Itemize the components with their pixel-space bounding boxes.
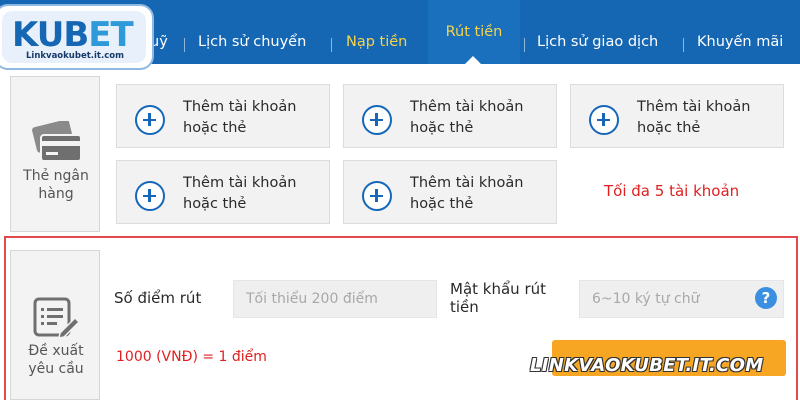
request-label-line1: Đề xuất bbox=[28, 343, 84, 359]
points-input[interactable]: Tối thiểu 200 điểm bbox=[233, 280, 437, 318]
withdraw-password-input[interactable]: 6~10 ký tự chữ bbox=[579, 280, 784, 318]
nav-separator bbox=[524, 38, 525, 52]
add-account-button[interactable]: Thêm tài khoản hoặc thẻ bbox=[116, 84, 330, 148]
add-account-button[interactable]: Thêm tài khoản hoặc thẻ bbox=[570, 84, 784, 148]
points-label: Số điểm rút bbox=[114, 289, 202, 307]
help-icon[interactable]: ? bbox=[755, 287, 777, 309]
password-label-line2: tiền bbox=[450, 298, 479, 316]
plus-circle-icon bbox=[589, 105, 619, 135]
nav-item-transfer-history[interactable]: Lịch sử chuyển bbox=[198, 34, 306, 50]
max-accounts-note: Tối đa 5 tài khoản bbox=[604, 182, 740, 200]
nav-item-promotions[interactable]: Khuyến mãi bbox=[697, 34, 783, 50]
bank-card-icon bbox=[32, 121, 82, 162]
add-account-label: Thêm tài khoản bbox=[183, 175, 297, 191]
kubet-logo[interactable]: KUBET Linkvaokubet.it.com bbox=[0, 4, 154, 70]
logo-subtitle: Linkvaokubet.it.com bbox=[26, 51, 124, 61]
add-account-label: hoặc thẻ bbox=[637, 120, 701, 136]
exchange-rate-note: 1000 (VNĐ) = 1 điểm bbox=[116, 349, 267, 365]
add-account-label: Thêm tài khoản bbox=[410, 175, 524, 191]
request-form-icon bbox=[33, 297, 81, 339]
logo-background: KUBET Linkvaokubet.it.com bbox=[2, 11, 146, 63]
plus-circle-icon bbox=[135, 181, 165, 211]
add-account-button[interactable]: Thêm tài khoản hoặc thẻ bbox=[343, 160, 557, 224]
nav-item-withdraw-label: Rút tiền bbox=[445, 24, 503, 40]
bank-card-label-line1: Thẻ ngân bbox=[23, 168, 89, 184]
nav-item-deposit[interactable]: Nạp tiền bbox=[346, 34, 407, 50]
add-account-button[interactable]: Thêm tài khoản hoặc thẻ bbox=[116, 160, 330, 224]
logo-title: KUBET bbox=[12, 15, 134, 55]
nav-separator bbox=[683, 38, 684, 52]
request-panel: Đề xuất yêu cầu bbox=[10, 250, 100, 400]
add-account-label: hoặc thẻ bbox=[410, 196, 474, 212]
plus-circle-icon bbox=[135, 105, 165, 135]
add-account-label: hoặc thẻ bbox=[183, 120, 247, 136]
add-account-button[interactable]: Thêm tài khoản hoặc thẻ bbox=[343, 84, 557, 148]
logo-title-accent: ET bbox=[88, 15, 133, 55]
watermark-text: LINKVAOKUBET.IT.COM bbox=[530, 355, 764, 376]
nav-item-withdraw[interactable]: Rút tiền bbox=[428, 0, 520, 64]
add-account-label: Thêm tài khoản bbox=[637, 99, 751, 115]
add-account-label: Thêm tài khoản bbox=[410, 99, 524, 115]
password-label-line1: Mật khẩu rút bbox=[450, 280, 546, 298]
request-label-line2: yêu cầu bbox=[28, 361, 84, 377]
add-account-label: hoặc thẻ bbox=[410, 120, 474, 136]
plus-circle-icon bbox=[362, 105, 392, 135]
plus-circle-icon bbox=[362, 181, 392, 211]
logo-title-main: KUB bbox=[12, 15, 89, 55]
withdraw-page: uỹ Lịch sử chuyển Nạp tiền Rút tiền Lịch… bbox=[0, 0, 800, 400]
active-tab-caret bbox=[464, 56, 482, 65]
nav-separator bbox=[184, 38, 185, 52]
nav-separator bbox=[331, 38, 332, 52]
bank-card-panel: Thẻ ngân hàng bbox=[10, 76, 100, 232]
add-account-label: Thêm tài khoản bbox=[183, 99, 297, 115]
bank-card-label-line2: hàng bbox=[38, 186, 74, 202]
nav-item-transaction-history[interactable]: Lịch sử giao dịch bbox=[537, 34, 658, 50]
add-account-label: hoặc thẻ bbox=[183, 196, 247, 212]
